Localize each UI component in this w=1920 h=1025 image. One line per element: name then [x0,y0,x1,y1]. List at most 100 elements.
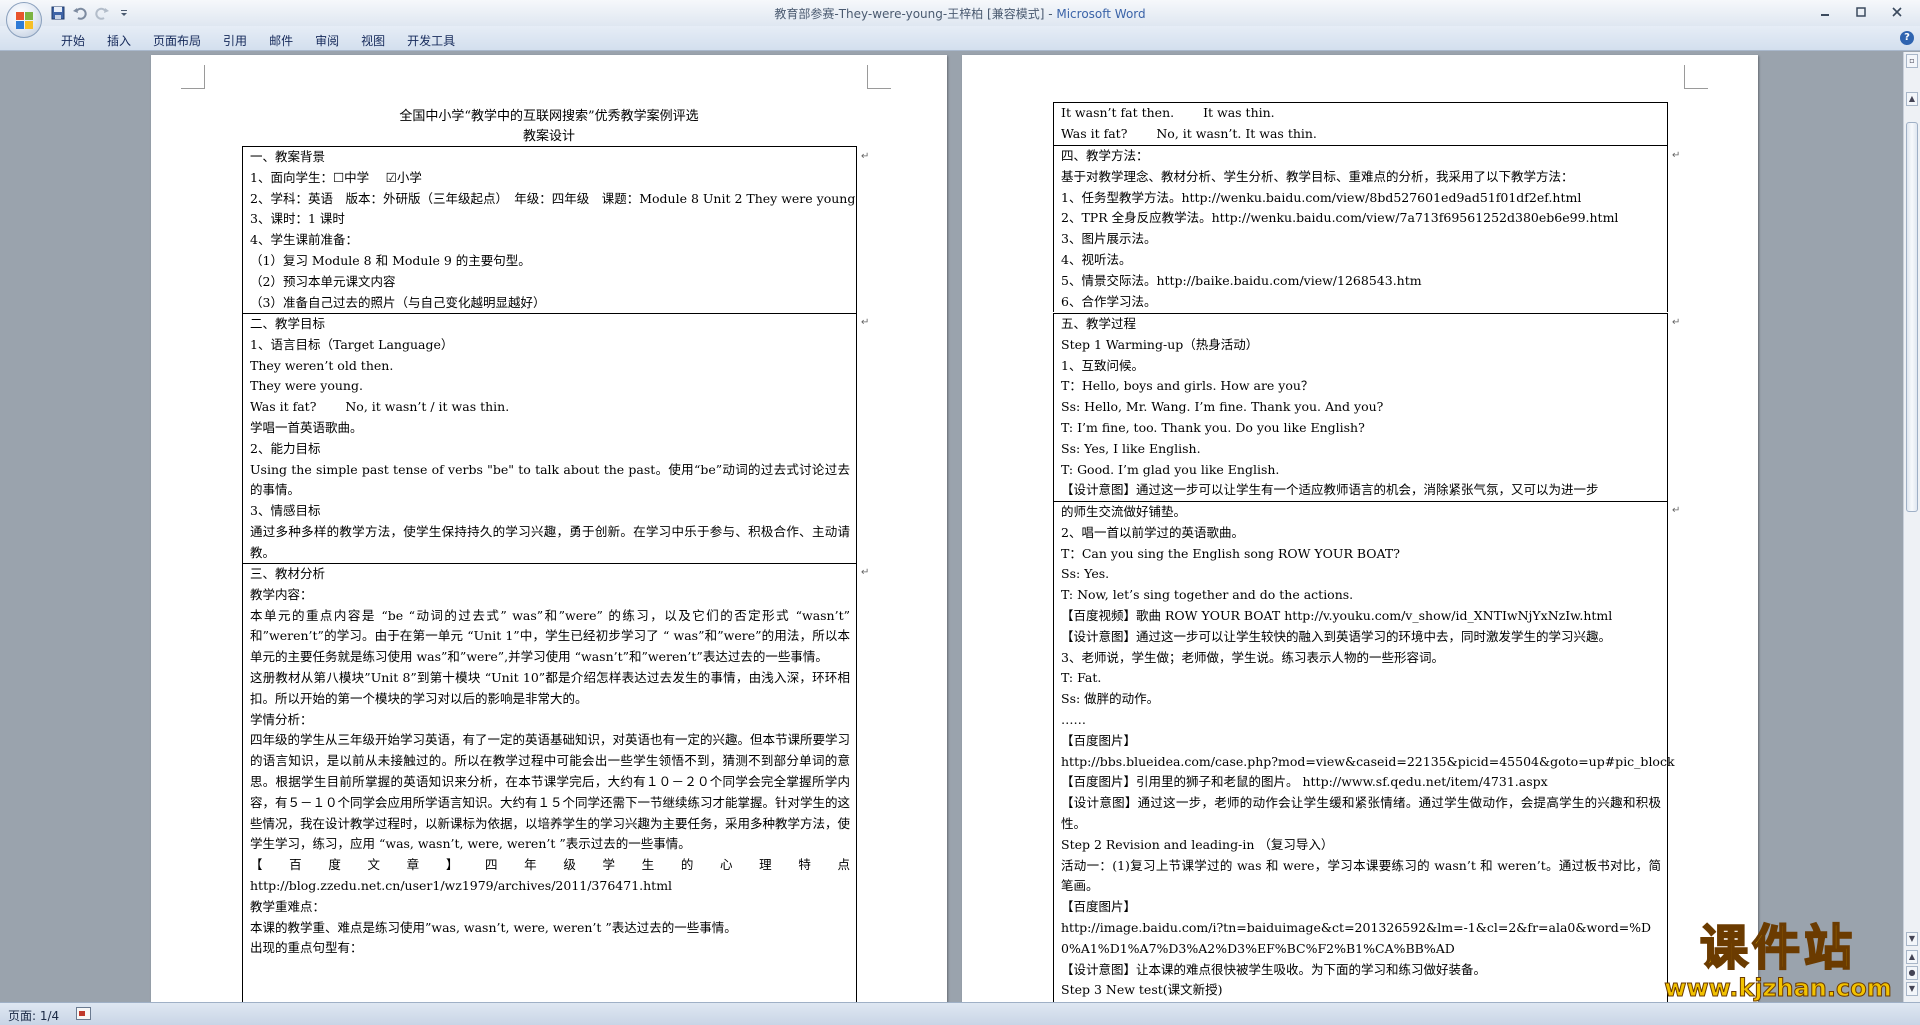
cell-end-mark: ↵ [1672,150,1681,161]
vertical-scrollbar[interactable]: ▫ ▲ ▼ ▲ ● ▼ [1903,52,1920,1002]
text-line: （2）预习本单元课文内容 [250,273,396,289]
maximize-button[interactable] [1844,2,1878,22]
text-line: 2、能力目标 [250,440,321,456]
watermark-text: 课件站 [1699,919,1856,977]
document-page-1: 全国中小学“教学中的互联网搜索”优秀教学案例评选 教案设计 一、教案背景 1、面… [151,55,947,1002]
text-paragraph: 本单元的重点内容是 “be “动词的过去式” was”和”were” 的练习，以… [250,607,850,665]
text-line: 本课的教学重、难点是练习使用”was, wasn’t, were, weren’… [250,919,737,935]
site-watermark: 课件站 www.kjzhan.com [1648,919,1908,1003]
title-bar: 教育部参赛-They-were-young-王梓柏 [兼容模式] - Micro… [0,0,1920,26]
ruler-toggle-icon[interactable]: ▫ [1906,54,1918,68]
table-cell-process: 五、教学过程 Step 1 Warming-up（热身活动） 1、互致问候。 T… [1053,313,1668,502]
margin-corner-mark [867,65,891,89]
text-line: 出现的重点句型有： [250,940,363,956]
text-line: T: Fat. [1061,670,1102,686]
text-line: 学唱一首英语歌曲。 [250,419,363,435]
text-line: 【百度视频】歌曲 ROW YOUR BOAT http://v.youku.co… [1061,607,1613,623]
table-cell-methods: 四、教学方法： 基于对教学理念、教材分析、学生分析、教学目标、重难点的分析，我采… [1053,145,1668,313]
table-cell-process-continued: 的师生交流做好铺垫。 2、唱一首以前学过的英语歌曲。 T：Can you sin… [1053,501,1675,1002]
text-line: 【百度图片】 [1061,899,1137,915]
table-cell-sentences: It wasn’t fat then. It was thin. Was it … [1053,102,1668,145]
window-title: 教育部参赛-They-were-young-王梓柏 [兼容模式] - Micro… [774,7,1146,21]
text-line: T: Now, let’s sing together and do the a… [1061,587,1354,603]
status-bar: 页面: 1/4 [0,1002,1920,1025]
text-line: 2、唱一首以前学过的英语歌曲。 [1061,524,1244,540]
document-subtitle: 教案设计 [522,129,575,144]
text-line: 学情分析： [250,711,313,727]
tab-references[interactable]: 引用 [212,30,258,51]
cell-end-mark: ↵ [861,317,870,328]
tab-insert[interactable]: 插入 [96,30,142,51]
text-line: It wasn’t fat then. It was thin. [1061,105,1275,120]
text-line: 4、学生课前准备： [250,232,358,248]
tab-review[interactable]: 审阅 [304,30,350,51]
text-line: T: I’m fine, too. Thank you. Do you like… [1061,419,1365,435]
text-paragraph: Using the simple past tense of verbs "be… [250,461,850,498]
text-line: 二、教学目标 [250,316,326,331]
text-line: They were young. [250,378,363,394]
document-page-2: It wasn’t fat then. It was thin. Was it … [962,55,1758,1002]
text-line: 【百度图片】引用里的狮子和老鼠的图片。 http://www.sf.qedu.n… [1061,774,1548,790]
margin-corner-mark [181,65,205,89]
text-line: …… [1061,711,1086,727]
text-line: T：Can you sing the English song ROW YOUR… [1061,545,1400,561]
tab-home[interactable]: 开始 [50,30,96,51]
help-icon[interactable]: ? [1900,31,1914,45]
cell-end-mark: ↵ [861,567,870,578]
text-line: They weren’t old then. [250,357,394,373]
text-line: http://bbs.blueidea.com/case.php?mod=vie… [1061,753,1675,769]
close-button[interactable] [1880,2,1914,22]
text-line: 的师生交流做好铺垫。 [1061,504,1187,519]
text-line: 5、情景交际法。http://baike.baidu.com/view/1268… [1061,272,1422,288]
tab-mailings[interactable]: 邮件 [258,30,304,51]
text-line: 1、语言目标（Target Language） [250,336,454,352]
margin-corner-mark [1684,65,1708,89]
text-line: 2、TPR 全身反应教学法。http://wenku.baidu.com/vie… [1061,210,1619,226]
proofing-status-icon[interactable] [76,1007,91,1020]
table-cell-objectives: 二、教学目标 1、语言目标（Target Language） They were… [242,313,857,564]
scroll-up-button[interactable]: ▲ [1906,92,1918,106]
text-line: Ss: Hello, Mr. Wang. I’m fine. Thank you… [1061,399,1384,415]
tab-view[interactable]: 视图 [350,30,396,51]
text-line: Was it fat? No, it wasn’t / it was thin. [250,399,510,415]
text-paragraph: 【设计意图】通过这一步，老师的动作会让学生缓和紧张情绪。通过学生做动作，会提高学… [1061,795,1661,831]
minimize-icon [1821,14,1829,16]
text-line: Ss: Yes. [1061,566,1110,582]
text-paragraph: 通过多种多样的教学方法，使学生保持持久的学习兴趣，勇于创新。在学习中乐于参与、积… [250,523,850,560]
text-line: 【设计意图】让本课的难点很快被学生吸收。为下面的学习和练习做好装备。 [1061,961,1487,977]
text-line: Ss: 做胖的动作。 [1061,691,1160,707]
table-cell-analysis: 三、教材分析 教学内容： 本单元的重点内容是 “be “动词的过去式” was”… [242,563,857,1002]
text-line: 四、教学方法： [1061,148,1149,163]
text-line: 教学重难点： [250,898,326,914]
text-line: （1）复习 Module 8 和 Module 9 的主要句型。 [250,252,531,268]
document-area: 全国中小学“教学中的互联网搜索”优秀教学案例评选 教案设计 一、教案背景 1、面… [0,52,1903,1002]
document-title: 全国中小学“教学中的互联网搜索”优秀教学案例评选 [399,109,699,124]
text-line: T: Good. I’m glad you like English. [1061,461,1280,477]
minimize-button[interactable] [1808,2,1842,22]
ribbon: 开始 插入 页面布局 引用 邮件 审阅 视图 开发工具 ? [0,26,1920,51]
office-button[interactable] [6,2,42,38]
cell-end-mark: ↵ [1672,317,1681,328]
tab-page-layout[interactable]: 页面布局 [142,30,212,51]
tab-developer[interactable]: 开发工具 [396,30,466,51]
text-line: 五、教学过程 [1061,316,1137,331]
text-line: Step 1 Warming-up（热身活动） [1061,336,1259,352]
text-line: 4、视听法。 [1061,251,1132,267]
text-line: 2、学科：英语 版本：外研版（三年级起点） 年级：四年级 课题：Module 8… [250,190,856,206]
scrollbar-thumb[interactable] [1906,122,1918,512]
table-cell-background: 一、教案背景 1、面向学生：☐中学 ☑小学 2、学科：英语 版本：外研版（三年级… [242,146,857,314]
text-line: 3、情感目标 [250,503,321,519]
text-paragraph: 【百度文章】四年级学生的心理特点 http://blog.zzedu.net.c… [250,857,850,893]
text-line: 6、合作学习法。 [1061,293,1157,309]
text-paragraph: 这册教材从第八模块”Unit 8”到第十模块 “Unit 10”都是介绍怎样表达… [250,669,850,706]
office-logo-icon [16,12,34,30]
text-line: T：Hello, boys and girls. How are you？ [1061,378,1314,394]
ribbon-tabs: 开始 插入 页面布局 引用 邮件 审阅 视图 开发工具 [50,30,466,51]
text-line: Step 2 Revision and leading-in （复习导入） [1061,836,1334,852]
text-line: 教学内容： [250,586,313,602]
text-line: 三、教材分析 [250,566,326,581]
text-paragraph: 活动一：(1)复习上节课学过的 was 和 were，学习本课要练习的 wasn… [1061,857,1661,894]
page-count[interactable]: 页面: 1/4 [8,1007,59,1024]
window-controls [1808,2,1914,22]
text-line: 1、任务型教学方法。http://wenku.baidu.com/view/8b… [1061,189,1582,205]
